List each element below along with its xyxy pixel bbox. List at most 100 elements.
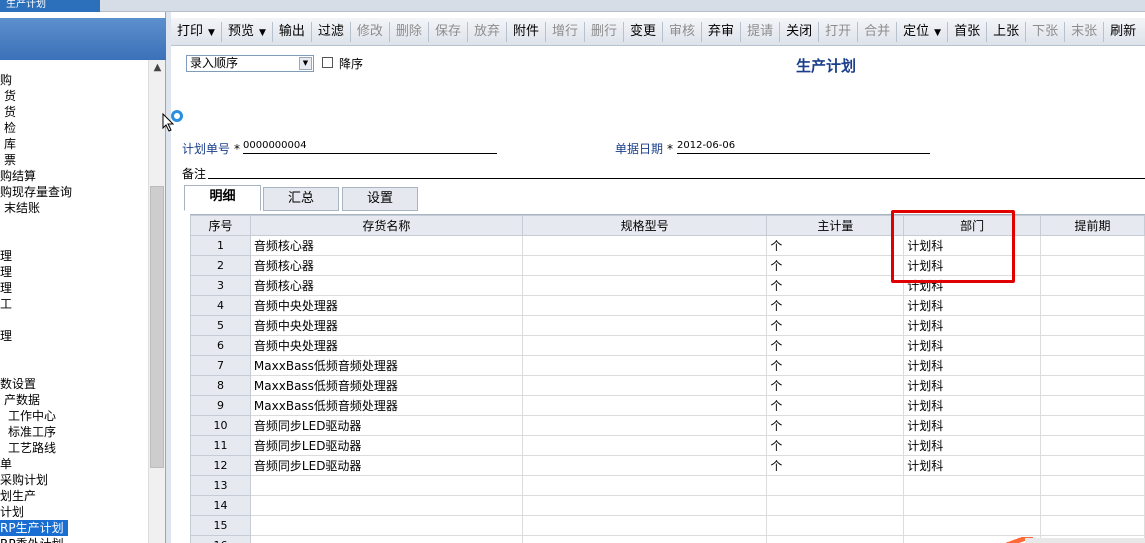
table-cell-dept[interactable]: 计划科 — [903, 355, 1042, 376]
toolbar-button[interactable]: 打开 — [819, 21, 857, 43]
table-cell-lead[interactable] — [1040, 515, 1145, 536]
sidebar-item[interactable]: 数设置 — [0, 376, 36, 392]
table-cell-spec[interactable] — [521, 315, 768, 336]
window-tab[interactable]: 生产计划 — [0, 0, 100, 12]
table-cell-spec[interactable] — [521, 515, 768, 536]
sidebar-item[interactable]: RP生产计划 — [0, 520, 68, 536]
table-cell-dept[interactable] — [903, 495, 1042, 516]
toolbar-button[interactable]: 删除 — [390, 21, 428, 43]
toolbar-button[interactable]: 变更 — [624, 21, 662, 43]
table-cell-lead[interactable] — [1040, 415, 1145, 436]
table-row[interactable]: 8 MaxxBass低频音频处理器 个计划科 — [190, 375, 1145, 396]
table-cell-unit[interactable]: 个 — [766, 355, 905, 376]
table-cell-name[interactable]: 音频中央处理器 — [249, 315, 523, 336]
table-cell-lead[interactable] — [1040, 315, 1145, 336]
table-cell-name[interactable]: MaxxBass低频音频处理器 — [249, 355, 523, 376]
table-cell-unit[interactable] — [766, 515, 905, 536]
table-cell-spec[interactable] — [521, 535, 768, 543]
table-cell-name[interactable]: 音频核心器 — [249, 275, 523, 296]
chevron-down-icon[interactable]: ▼ — [208, 28, 215, 38]
table-cell-spec[interactable] — [521, 335, 768, 356]
table-row[interactable]: 16 — [190, 535, 1145, 543]
table-cell-name[interactable]: 音频同步LED驱动器 — [249, 415, 523, 436]
table-cell-name[interactable] — [249, 495, 523, 516]
table-cell-dept[interactable] — [903, 475, 1042, 496]
table-cell-spec[interactable] — [521, 455, 768, 476]
sidebar-item[interactable]: 票 — [4, 152, 16, 168]
toolbar-button[interactable]: 合并 — [858, 21, 896, 43]
table-cell-unit[interactable]: 个 — [766, 455, 905, 476]
table-cell-lead[interactable] — [1040, 435, 1145, 456]
table-cell-lead[interactable] — [1040, 355, 1145, 376]
table-cell-lead[interactable] — [1040, 255, 1145, 276]
toolbar-button[interactable]: 增行 — [546, 21, 584, 43]
toolbar-button[interactable]: 过滤 — [312, 21, 350, 43]
table-cell-unit[interactable]: 个 — [766, 315, 905, 336]
toolbar-button[interactable]: 首张 — [948, 21, 986, 43]
scroll-thumb[interactable] — [150, 186, 164, 468]
scroll-up-icon[interactable]: ▲ — [149, 62, 166, 74]
table-row[interactable]: 10 音频同步LED驱动器 个计划科 — [190, 415, 1145, 436]
toolbar-button[interactable]: 附件 — [507, 21, 545, 43]
table-cell-spec[interactable] — [521, 275, 768, 296]
table-cell-unit[interactable]: 个 — [766, 375, 905, 396]
table-cell-unit[interactable]: 个 — [766, 235, 905, 256]
sort-order-select[interactable]: 录入顺序 ▼ — [186, 55, 314, 72]
table-cell-spec[interactable] — [521, 355, 768, 376]
table-cell-spec[interactable] — [521, 435, 768, 456]
sidebar-item[interactable]: 理 — [0, 264, 12, 280]
table-cell-unit[interactable]: 个 — [766, 415, 905, 436]
table-cell-unit[interactable]: 个 — [766, 395, 905, 416]
toolbar-button[interactable]: 上张 — [987, 21, 1025, 43]
toolbar-button[interactable]: 末张 — [1065, 21, 1103, 43]
table-cell-dept[interactable]: 计划科 — [903, 395, 1042, 416]
table-cell-unit[interactable]: 个 — [766, 295, 905, 316]
toolbar-button[interactable]: 定位 ▼ — [897, 21, 947, 43]
table-cell-spec[interactable] — [521, 395, 768, 416]
table-cell-lead[interactable] — [1040, 495, 1145, 516]
table-row[interactable]: 5 音频中央处理器 个计划科 — [190, 315, 1145, 336]
table-cell-dept[interactable]: 计划科 — [903, 295, 1042, 316]
table-cell-lead[interactable] — [1040, 475, 1145, 496]
chevron-down-icon[interactable]: ▼ — [299, 57, 312, 70]
table-cell-name[interactable]: 音频核心器 — [249, 235, 523, 256]
table-cell-dept[interactable]: 计划科 — [903, 455, 1042, 476]
table-cell-name[interactable]: 音频同步LED驱动器 — [249, 435, 523, 456]
column-header[interactable]: 提前期 — [1040, 215, 1145, 236]
sidebar-item[interactable]: 工艺路线 — [8, 440, 56, 456]
table-cell-lead[interactable] — [1040, 375, 1145, 396]
sidebar-item[interactable]: 末结账 — [4, 200, 40, 216]
toolbar-button[interactable]: 弃审 — [702, 21, 740, 43]
sidebar-item[interactable]: 工 — [0, 296, 12, 312]
toolbar-button[interactable]: 修改 — [351, 21, 389, 43]
table-cell-name[interactable] — [249, 475, 523, 496]
table-cell-name[interactable]: MaxxBass低频音频处理器 — [249, 375, 523, 396]
toolbar-button[interactable]: 下张 — [1026, 21, 1064, 43]
tab-summary[interactable]: 汇总 — [263, 187, 339, 211]
sidebar-item[interactable]: RP委外计划 — [0, 536, 64, 543]
table-cell-unit[interactable]: 个 — [766, 255, 905, 276]
column-header[interactable]: 规格型号 — [521, 215, 768, 236]
table-cell-spec[interactable] — [521, 415, 768, 436]
sidebar-item[interactable]: 货 — [4, 88, 16, 104]
table-cell-unit[interactable]: 个 — [766, 335, 905, 356]
table-cell-lead[interactable] — [1040, 395, 1145, 416]
table-row[interactable]: 7 MaxxBass低频音频处理器 个计划科 — [190, 355, 1145, 376]
table-cell-spec[interactable] — [521, 375, 768, 396]
sidebar-item[interactable]: 购现存量查询 — [0, 184, 72, 200]
table-row[interactable]: 12 音频同步LED驱动器 个计划科 — [190, 455, 1145, 476]
column-header[interactable]: 主计量 — [766, 215, 905, 236]
chevron-down-icon[interactable]: ▼ — [259, 28, 266, 38]
sidebar-item[interactable]: 工作中心 — [8, 408, 56, 424]
table-cell-unit[interactable]: 个 — [766, 435, 905, 456]
table-row[interactable]: 13 — [190, 475, 1145, 496]
descending-checkbox[interactable] — [322, 57, 333, 68]
toolbar-button[interactable]: 输出 — [273, 21, 311, 43]
plan-no-field[interactable]: 0000000004 — [243, 140, 497, 154]
sidebar-item[interactable]: 产数据 — [4, 392, 40, 408]
table-row[interactable]: 11 音频同步LED驱动器 个计划科 — [190, 435, 1145, 456]
toolbar-button[interactable]: 关闭 — [780, 21, 818, 43]
sidebar-item[interactable]: 单 — [0, 456, 12, 472]
memo-field[interactable] — [208, 178, 1145, 179]
table-cell-spec[interactable] — [521, 475, 768, 496]
